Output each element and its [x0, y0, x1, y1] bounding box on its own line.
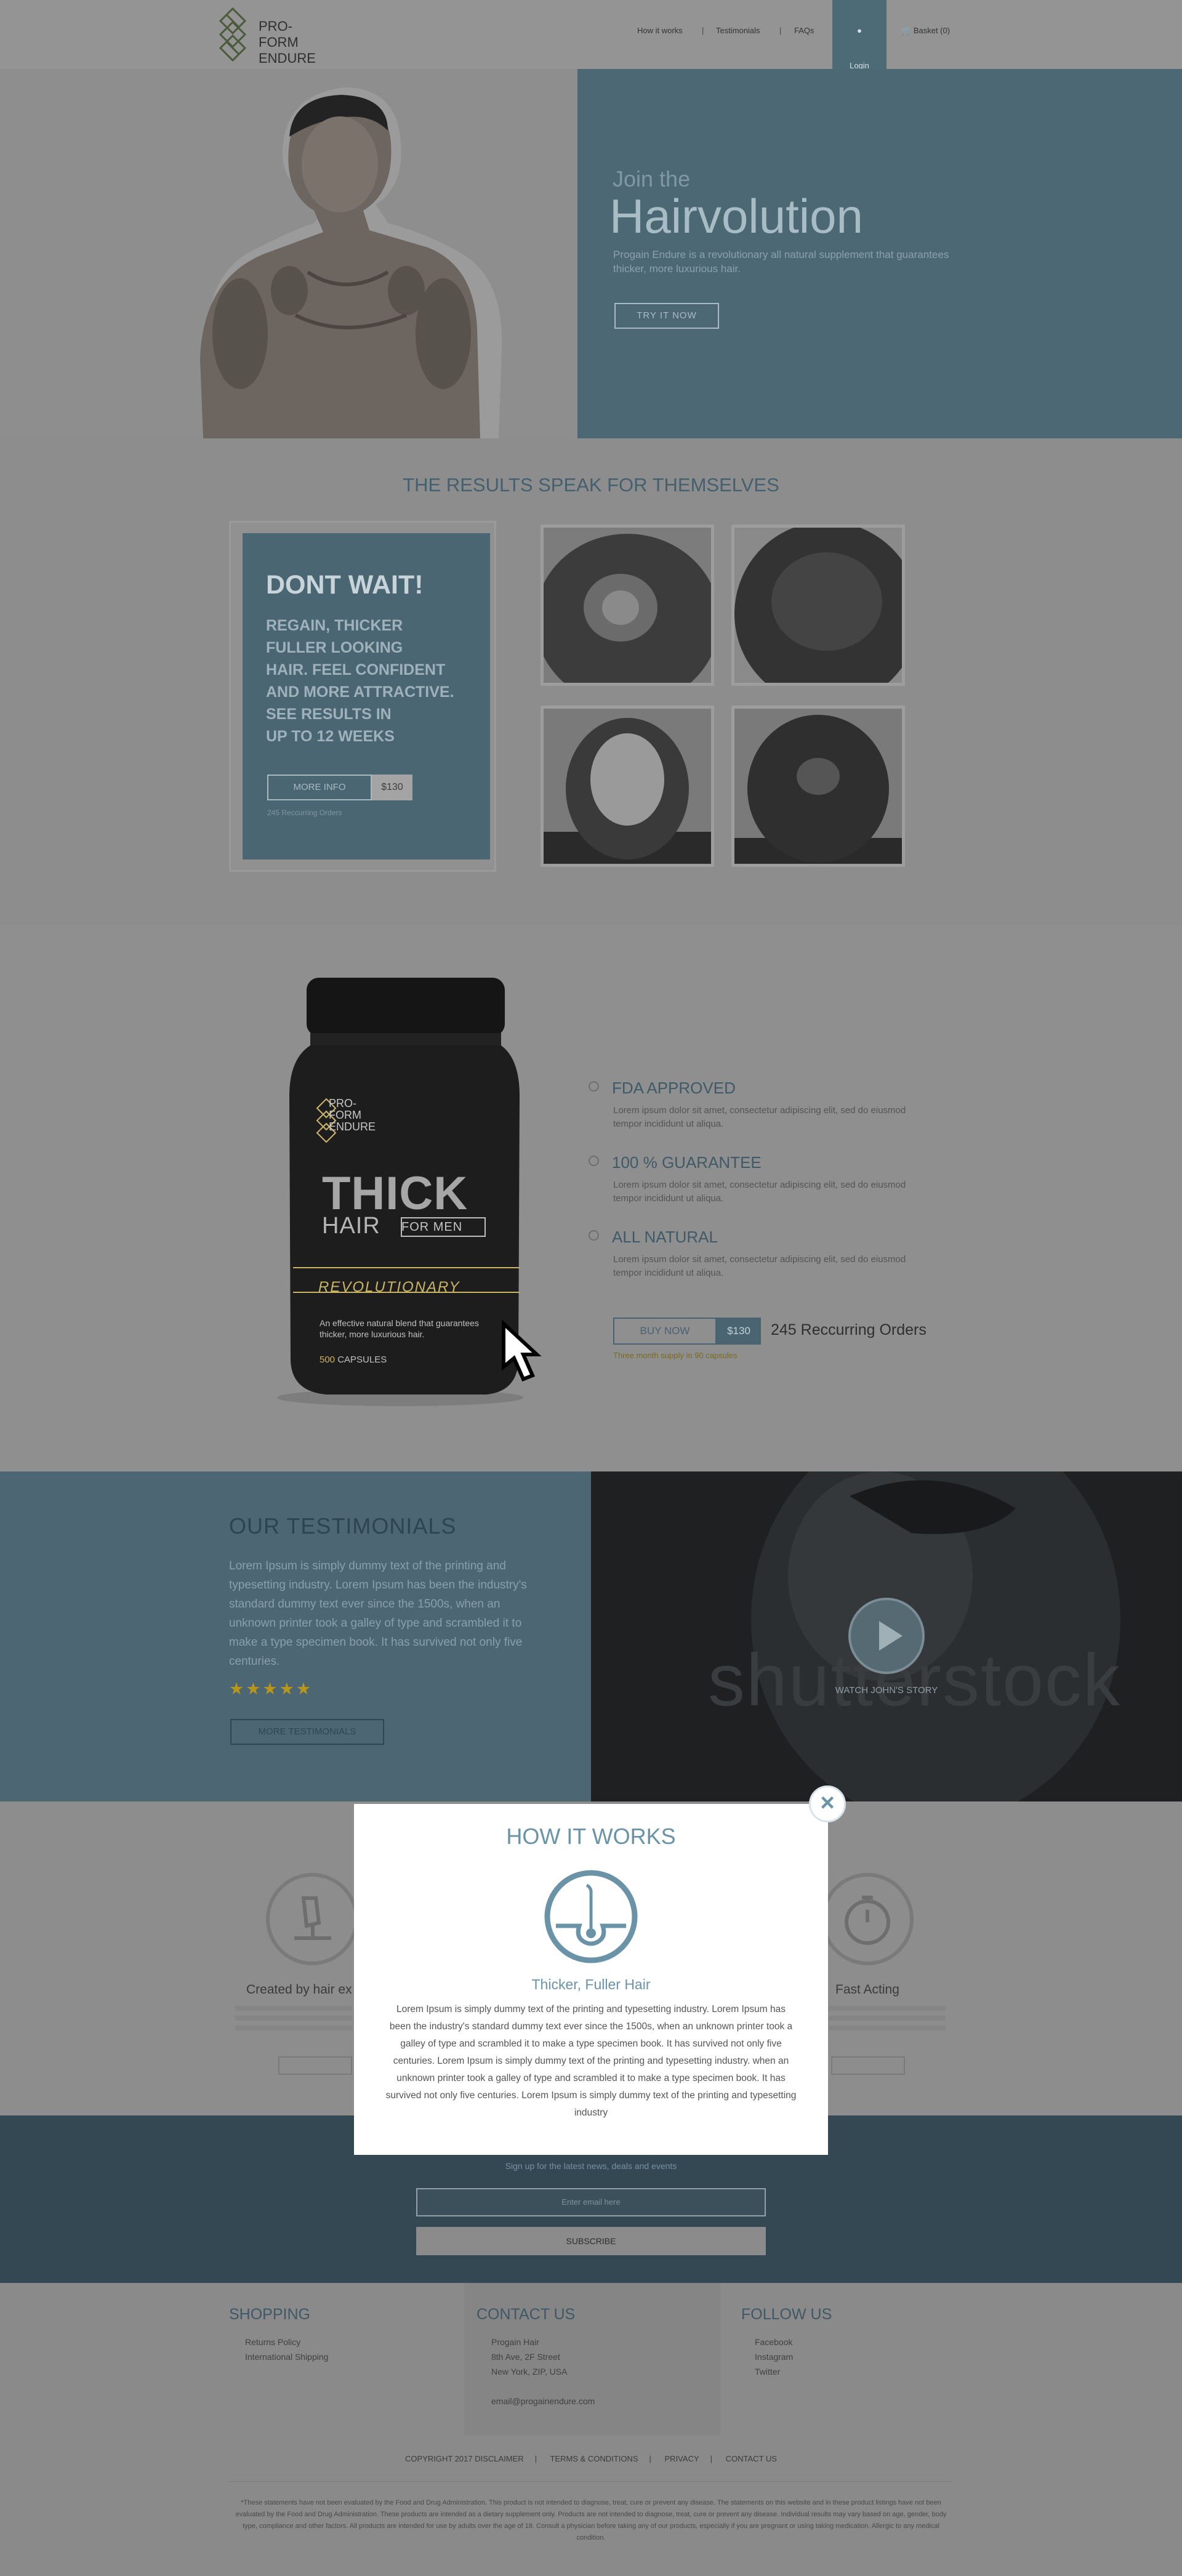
- footer-link[interactable]: Returns Policy: [245, 2335, 328, 2349]
- how-step-text: [829, 2016, 946, 2021]
- feature-title: 100 % GUARANTEE: [612, 1153, 762, 1172]
- watch-story-label: WATCH JOHN'S STORY: [835, 1685, 938, 1696]
- testimonials-text: Lorem Ipsum is simply dummy text of the …: [229, 1560, 527, 1668]
- testimonials-title: OUR TESTIMONIALS: [229, 1513, 457, 1539]
- contact-address: Progain Hair 8th Ave, 2F Street New York…: [491, 2337, 568, 2377]
- more-testimonials-button[interactable]: MORE TESTIMONIALS: [230, 1719, 384, 1745]
- social-twitter[interactable]: Twitter: [755, 2364, 793, 2379]
- footer-link[interactable]: International Shipping: [245, 2349, 328, 2364]
- try-it-now-button[interactable]: TRY IT NOW: [614, 303, 719, 329]
- result-photo-2: [731, 525, 905, 686]
- hero-model-image: [200, 87, 502, 438]
- cart-icon: 🛒: [901, 26, 912, 35]
- footer-links: COPYRIGHT 2017 DISCLAIMER | TERMS & CONDI…: [405, 2454, 777, 2463]
- promo-heading: DONT WAIT!: [266, 570, 424, 600]
- nav-separator: |: [779, 26, 782, 35]
- result-photo-4: [731, 706, 905, 867]
- social-instagram[interactable]: Instagram: [755, 2349, 793, 2364]
- bottle-blend: An effective natural blend that guarante…: [320, 1318, 479, 1339]
- footer-link-privacy[interactable]: PRIVACY: [665, 2454, 699, 2463]
- buy-price: $130: [717, 1318, 761, 1345]
- how-step-title: Fast Acting: [835, 1982, 899, 1997]
- hair-follicle-icon: [544, 1870, 638, 1963]
- how-step-text: [235, 2026, 352, 2031]
- bottle-brand: PRO- FORM ENDURE: [329, 1097, 376, 1133]
- subscribe-button[interactable]: SUBSCRIBE: [416, 2227, 766, 2255]
- how-step-text: [829, 2026, 946, 2031]
- how-step-title: Created by hair ex: [246, 1982, 352, 1997]
- user-icon: ●: [857, 26, 862, 35]
- bottle-for-men: FOR MEN: [401, 1220, 463, 1234]
- footer-link-terms[interactable]: TERMS & CONDITIONS: [550, 2454, 638, 2463]
- hero-title: Hairvolution: [609, 189, 863, 243]
- product-section: [0, 925, 1182, 1471]
- social-links: Facebook Instagram Twitter: [755, 2335, 793, 2379]
- contact-email[interactable]: email@progainendure.com: [491, 2394, 595, 2409]
- play-icon: [879, 1621, 903, 1651]
- promo-orders: 245 Reccurring Orders: [267, 808, 342, 817]
- recurring-orders: 245 Reccurring Orders: [771, 1321, 927, 1338]
- disclaimer: *These statements have not been evaluate…: [235, 2499, 947, 2542]
- footer-link-copyright[interactable]: COPYRIGHT 2017 DISCLAIMER: [405, 2454, 524, 2463]
- contact-heading: CONTACT US: [476, 2306, 576, 2323]
- nav-testimonials[interactable]: Testimonials: [716, 26, 760, 35]
- more-info-button[interactable]: MORE INFO: [267, 775, 372, 800]
- modal-text: Lorem Ipsum is simply dummy text of the …: [385, 2004, 797, 2118]
- buy-now-button[interactable]: BUY NOW: [613, 1318, 717, 1345]
- follow-heading: FOLLOW US: [741, 2306, 832, 2323]
- bottle-capsules: 500 CAPSULES: [320, 1354, 387, 1365]
- nav-separator: |: [702, 26, 704, 35]
- site-header: [0, 0, 1182, 69]
- promo-text: REGAIN, THICKER FULLER LOOKING HAIR. FEE…: [266, 617, 454, 745]
- supply-note: Three month supply in 90 capsules: [613, 1351, 738, 1360]
- result-photo-3: [541, 706, 714, 867]
- check-icon: [589, 1081, 599, 1092]
- social-facebook[interactable]: Facebook: [755, 2335, 793, 2349]
- microscope-icon: [266, 1873, 358, 1965]
- bottle-revolutionary: REVOLUTIONARY: [318, 1279, 460, 1295]
- feature-desc: Lorem ipsum dolor sit amet, consectetur …: [613, 1105, 906, 1129]
- nav-basket[interactable]: 🛒 Basket (0): [901, 26, 950, 36]
- how-step-button[interactable]: [831, 2056, 905, 2075]
- check-icon: [589, 1156, 599, 1166]
- feature-desc: Lorem ipsum dolor sit amet, consectetur …: [613, 1180, 906, 1204]
- nav-how-it-works[interactable]: How it works: [637, 26, 683, 35]
- logo-wordmark: PRO- FORM ENDURE: [259, 18, 316, 66]
- email-input[interactable]: Enter email here: [416, 2188, 766, 2216]
- footer-divider: [229, 2481, 953, 2482]
- footer-link-contact[interactable]: CONTACT US: [726, 2454, 777, 2463]
- result-photo-1: [541, 525, 714, 686]
- promo-price: $130: [372, 775, 412, 800]
- shopping-links: Returns Policy International Shipping: [245, 2335, 328, 2364]
- basket-label: Basket (0): [913, 26, 951, 35]
- modal-title: HOW IT WORKS: [506, 1824, 676, 1849]
- rating-stars-icon: ★★★★★: [229, 1680, 313, 1698]
- bottle-thick: THICK: [322, 1167, 468, 1220]
- feature-desc: Lorem ipsum dolor sit amet, consectetur …: [613, 1254, 906, 1278]
- how-step-button[interactable]: [278, 2056, 352, 2075]
- modal-subtitle: Thicker, Fuller Hair: [531, 1976, 651, 1992]
- nav-login[interactable]: ● Login: [832, 0, 886, 70]
- feature-title: FDA APPROVED: [612, 1079, 736, 1097]
- check-icon: [589, 1230, 599, 1241]
- newsletter-text: Sign up for the latest news, deals and e…: [505, 2161, 677, 2171]
- how-step-text: [235, 2006, 352, 2011]
- nav-faqs[interactable]: FAQs: [794, 26, 814, 35]
- shopping-heading: SHOPPING: [229, 2306, 310, 2323]
- close-icon[interactable]: ×: [809, 1785, 846, 1822]
- bottle-hair: HAIR: [322, 1213, 380, 1239]
- feature-title: ALL NATURAL: [612, 1228, 718, 1246]
- results-title: THE RESULTS SPEAK FOR THEMSELVES: [403, 474, 779, 496]
- how-step-text: [829, 2006, 946, 2011]
- how-step-text: [235, 2016, 352, 2021]
- hero-description: Progain Endure is a revolutionary all na…: [613, 249, 949, 275]
- stopwatch-icon: [821, 1873, 914, 1965]
- play-button[interactable]: [848, 1598, 925, 1674]
